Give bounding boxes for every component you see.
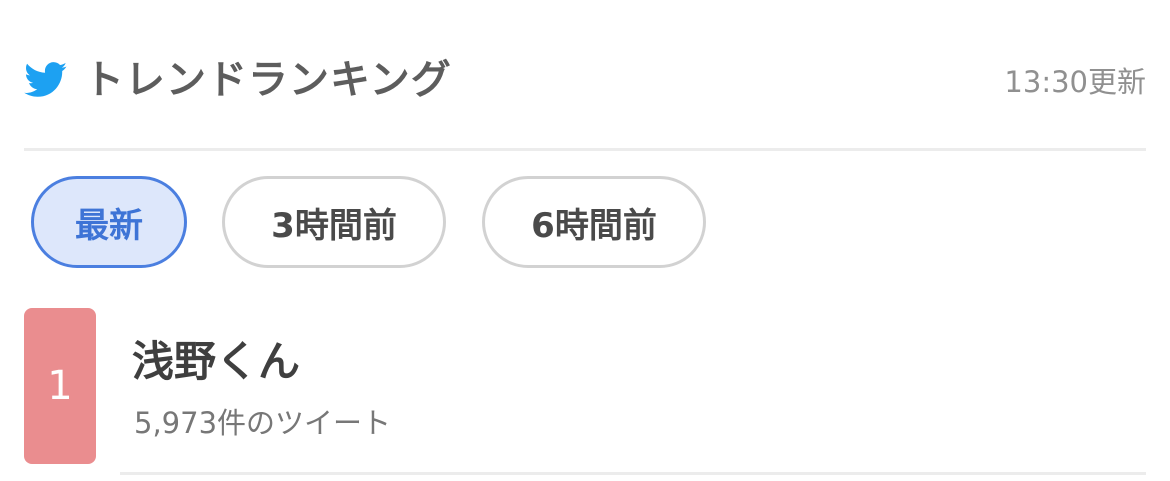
row-divider — [120, 472, 1146, 475]
trend-name[interactable]: 浅野くん — [132, 336, 300, 388]
tab-latest[interactable]: 最新 — [31, 176, 187, 268]
tweet-count: 5,973件のツイート — [134, 406, 392, 440]
page-title: トレンドランキング — [84, 57, 452, 103]
twitter-bird-icon — [24, 62, 68, 98]
tab-6-hours-ago[interactable]: 6時間前 — [482, 176, 706, 268]
tab-3-hours-ago[interactable]: 3時間前 — [222, 176, 446, 268]
header-divider — [24, 148, 1146, 151]
update-time-label: 13:30更新 — [1004, 65, 1146, 99]
ranking-header: トレンドランキング 13:30更新 — [24, 50, 1146, 110]
rank-badge: 1 — [24, 308, 96, 464]
trend-list-item[interactable]: 1 浅野くん 5,973件のツイート — [24, 308, 1146, 474]
